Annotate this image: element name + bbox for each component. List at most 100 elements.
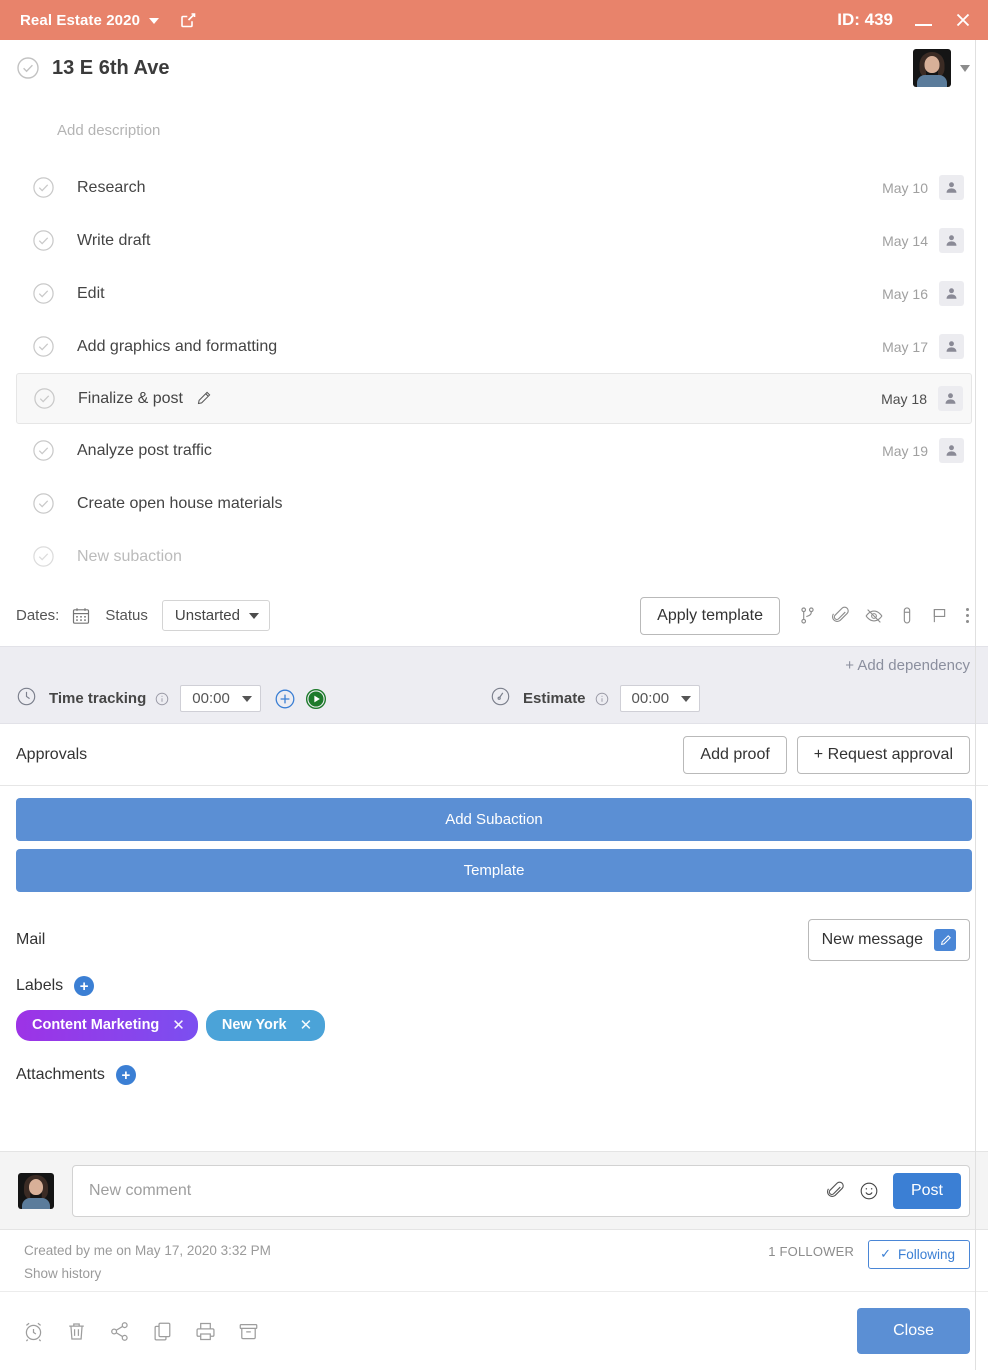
subtask-date[interactable]: May 10 (882, 180, 928, 196)
check-icon: ✓ (880, 1246, 891, 1261)
subtask-label[interactable]: Edit (77, 285, 105, 303)
dependency-branch-icon[interactable] (798, 606, 817, 625)
new-message-label: New message (821, 931, 923, 948)
remove-label-close-icon[interactable]: ✕ (300, 1016, 313, 1034)
label-chip-list: Content Marketing ✕ New York ✕ (16, 1010, 972, 1041)
bottom-toolbar: Close (0, 1291, 988, 1370)
info-icon[interactable] (595, 692, 609, 706)
archive-icon[interactable] (237, 1320, 260, 1343)
comment-input[interactable] (89, 1181, 826, 1200)
subtask-label[interactable]: Write draft (77, 232, 151, 250)
list-item[interactable]: Create open house materials (16, 477, 972, 530)
calendar-icon[interactable] (71, 606, 91, 626)
check-circle-icon[interactable] (31, 492, 55, 516)
labels-heading: Labels (16, 977, 64, 994)
person-icon[interactable] (939, 334, 964, 359)
time-tracking-value-dropdown[interactable]: 00:00 (180, 685, 261, 712)
task-footer-meta: Created by me on May 17, 2020 3:32 PM Sh… (0, 1229, 988, 1291)
remove-label-close-icon[interactable]: ✕ (172, 1016, 185, 1034)
minimize-icon[interactable] (915, 23, 932, 26)
subtask-date[interactable]: May 18 (881, 391, 927, 407)
person-icon[interactable] (938, 386, 963, 411)
list-item-new[interactable]: New subaction (16, 530, 972, 583)
avatar[interactable] (913, 49, 951, 87)
subtask-date[interactable]: May 17 (882, 339, 928, 355)
check-circle-icon[interactable] (31, 282, 55, 306)
new-message-button[interactable]: New message (807, 919, 970, 961)
status-dropdown[interactable]: Unstarted (161, 600, 270, 631)
mail-row: Mail New message (0, 910, 988, 970)
info-icon[interactable] (155, 692, 169, 706)
person-icon[interactable] (939, 228, 964, 253)
add-dependency-link[interactable]: + Add dependency (845, 657, 970, 674)
clock-icon (16, 686, 37, 712)
subtask-label[interactable]: Analyze post traffic (77, 442, 212, 460)
check-circle-icon[interactable] (31, 439, 55, 463)
comment-input-wrapper[interactable]: Post (72, 1164, 970, 1217)
eye-off-icon[interactable] (864, 606, 884, 626)
print-icon[interactable] (194, 1320, 217, 1343)
check-circle-icon[interactable] (31, 176, 55, 200)
start-timer-play-circle-icon[interactable] (305, 688, 327, 710)
check-circle-icon[interactable] (31, 545, 55, 569)
check-circle-icon[interactable] (32, 387, 56, 411)
person-icon[interactable] (939, 438, 964, 463)
add-subaction-button[interactable]: Add Subaction (16, 798, 972, 841)
person-icon[interactable] (939, 175, 964, 200)
time-tracking-label: Time tracking (49, 690, 147, 707)
subtask-date[interactable]: May 19 (882, 443, 928, 459)
close-icon[interactable] (954, 11, 972, 29)
estimate-value-dropdown[interactable]: 00:00 (619, 685, 701, 712)
smiley-icon[interactable] (859, 1181, 879, 1201)
pencil-icon[interactable] (195, 390, 212, 407)
time-tracking-band: + Add dependency Time tracking 00:00 Est… (0, 646, 988, 724)
subtask-label[interactable]: Finalize & post (78, 390, 183, 408)
subtask-label[interactable]: Create open house materials (77, 495, 282, 513)
list-item[interactable]: Add graphics and formatting May 17 (16, 320, 972, 373)
share-icon[interactable] (108, 1320, 131, 1343)
subtask-list: Research May 10 Write draft May 14 Edit … (0, 161, 988, 583)
subtask-label[interactable]: Research (77, 179, 145, 197)
label-chip[interactable]: Content Marketing ✕ (16, 1010, 198, 1041)
more-vertical-icon[interactable] (963, 608, 972, 623)
project-chevron-down-icon[interactable] (149, 18, 160, 24)
list-item[interactable]: Analyze post traffic May 19 (16, 424, 972, 477)
list-item[interactable]: Research May 10 (16, 161, 972, 214)
add-time-plus-circle-icon[interactable] (274, 688, 296, 710)
priority-thermometer-icon[interactable] (898, 606, 916, 625)
show-history-link[interactable]: Show history (24, 1266, 101, 1281)
list-item[interactable]: Edit May 16 (16, 267, 972, 320)
paperclip-icon[interactable] (831, 606, 850, 625)
add-proof-button[interactable]: Add proof (683, 735, 787, 774)
add-attachment-plus-icon[interactable]: + (115, 1065, 136, 1085)
add-label-plus-icon[interactable]: + (74, 976, 95, 996)
request-approval-button[interactable]: + Request approval (796, 735, 970, 774)
gauge-icon (490, 686, 511, 712)
person-icon[interactable] (939, 281, 964, 306)
duplicate-icon[interactable] (151, 1320, 174, 1343)
template-button[interactable]: Template (16, 849, 972, 892)
paperclip-icon[interactable] (826, 1181, 845, 1200)
page-title[interactable]: 13 E 6th Ave (52, 57, 169, 80)
description-placeholder[interactable]: Add description (0, 96, 988, 161)
check-circle-icon[interactable] (31, 335, 55, 359)
subtask-date[interactable]: May 16 (882, 286, 928, 302)
trash-icon[interactable] (65, 1320, 88, 1343)
alarm-clock-icon[interactable] (22, 1320, 45, 1343)
following-button[interactable]: ✓ Following (868, 1240, 970, 1269)
avatar-chevron-down-icon[interactable] (960, 64, 970, 72)
list-item-selected[interactable]: Finalize & post May 18 (16, 373, 972, 424)
subtask-date[interactable]: May 14 (882, 233, 928, 249)
check-circle-icon[interactable] (31, 229, 55, 253)
post-comment-button[interactable]: Post (892, 1172, 961, 1209)
label-chip[interactable]: New York ✕ (205, 1010, 326, 1041)
project-name[interactable]: Real Estate 2020 (20, 12, 140, 29)
close-button[interactable]: Close (857, 1308, 970, 1354)
flag-icon[interactable] (930, 606, 949, 625)
subtask-label[interactable]: Add graphics and formatting (77, 338, 277, 356)
external-link-icon[interactable] (179, 11, 197, 29)
apply-template-button[interactable]: Apply template (640, 596, 780, 635)
check-circle-icon[interactable] (16, 56, 40, 80)
new-subaction-placeholder[interactable]: New subaction (77, 548, 182, 566)
list-item[interactable]: Write draft May 14 (16, 214, 972, 267)
